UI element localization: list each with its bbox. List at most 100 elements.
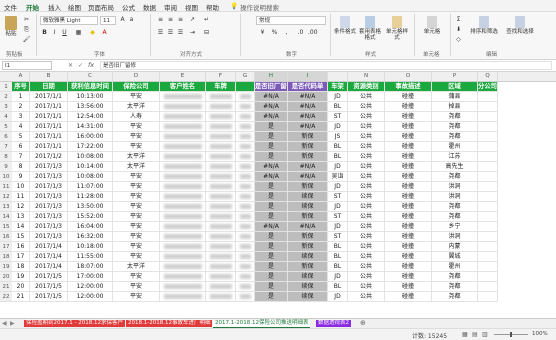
- table-cell[interactable]: 碰撞: [385, 192, 432, 202]
- table-cell[interactable]: 平安: [113, 132, 160, 142]
- table-cell[interactable]: 高先生: [432, 162, 478, 172]
- tab-review[interactable]: 审阅: [164, 2, 177, 12]
- table-cell[interactable]: [236, 132, 255, 142]
- table-cell[interactable]: [206, 282, 236, 292]
- merge-center-icon[interactable]: ⊟: [202, 29, 211, 37]
- table-cell[interactable]: 碰撞: [385, 202, 432, 212]
- cell-grid[interactable]: 序号日期获利信息时间保险公司客户姓名车牌 是否旧厂留修是否代码单车架资源类别事故描…: [12, 82, 556, 318]
- table-header-cell[interactable]: 序号: [12, 82, 30, 92]
- table-cell[interactable]: 新保: [288, 262, 328, 272]
- table-cell[interactable]: [206, 182, 236, 192]
- row-number[interactable]: 2: [0, 92, 12, 102]
- table-header-cell[interactable]: 获利信息时间: [68, 82, 113, 92]
- table-cell[interactable]: 2017/1/1: [30, 112, 68, 122]
- table-cell[interactable]: 公共: [348, 142, 385, 152]
- table-cell[interactable]: [478, 292, 498, 302]
- table-cell[interactable]: 碰撞: [385, 262, 432, 272]
- table-cell[interactable]: [206, 102, 236, 112]
- paste-button[interactable]: 粘贴: [3, 16, 19, 37]
- comma-icon[interactable]: ,: [282, 29, 291, 37]
- table-cell[interactable]: [478, 172, 498, 182]
- table-cell[interactable]: [236, 182, 255, 192]
- table-cell[interactable]: 碰撞: [385, 152, 432, 162]
- table-cell[interactable]: 11:55:00: [68, 252, 113, 262]
- table-cell[interactable]: 公共: [348, 102, 385, 112]
- table-cell[interactable]: 公共: [348, 232, 385, 242]
- name-box[interactable]: I1: [2, 61, 52, 70]
- table-cell[interactable]: 内蒙: [432, 242, 478, 252]
- table-cell[interactable]: 碰撞: [385, 242, 432, 252]
- table-cell[interactable]: [160, 152, 206, 162]
- tab-file[interactable]: 文件: [4, 2, 17, 12]
- table-cell[interactable]: 10: [12, 182, 30, 192]
- table-cell[interactable]: [206, 272, 236, 282]
- table-cell[interactable]: 2017/1/3: [30, 222, 68, 232]
- table-cell[interactable]: [236, 92, 255, 102]
- table-cell[interactable]: 2017/1/3: [30, 202, 68, 212]
- italic-button[interactable]: I: [50, 29, 59, 37]
- table-cell[interactable]: 碰撞: [385, 182, 432, 192]
- table-cell[interactable]: 10:13:00: [68, 92, 113, 102]
- table-cell[interactable]: 是: [255, 252, 288, 262]
- table-cell[interactable]: 是: [255, 142, 288, 152]
- table-cell[interactable]: 续保: [288, 292, 328, 302]
- table-cell[interactable]: #N/A: [255, 102, 288, 112]
- table-cell[interactable]: 平安: [113, 282, 160, 292]
- font-size-select[interactable]: 11: [100, 16, 116, 25]
- table-cell[interactable]: 10:08:00: [68, 152, 113, 162]
- table-cell[interactable]: 2017/1/1: [30, 142, 68, 152]
- table-cell[interactable]: 平安: [113, 232, 160, 242]
- font-color-icon[interactable]: A: [100, 29, 109, 37]
- confirm-icon[interactable]: ✓: [78, 62, 83, 69]
- table-cell[interactable]: 公共: [348, 132, 385, 142]
- tab-help[interactable]: 帮助: [206, 2, 219, 12]
- table-cell[interactable]: 公共: [348, 262, 385, 272]
- table-cell[interactable]: 16:04:00: [68, 222, 113, 232]
- table-cell[interactable]: 2017/1/1: [30, 122, 68, 132]
- row-number[interactable]: 11: [0, 182, 12, 192]
- row-number[interactable]: 4: [0, 112, 12, 122]
- bold-button[interactable]: B: [40, 29, 49, 37]
- sheet-tab-3[interactable]: 2017.1-2018.12保险公司推送明细表: [213, 320, 311, 328]
- row-number[interactable]: 5: [0, 122, 12, 132]
- row-number[interactable]: 12: [0, 192, 12, 202]
- table-cell[interactable]: 翼城: [432, 252, 478, 262]
- table-cell[interactable]: [206, 292, 236, 302]
- table-cell[interactable]: 是: [255, 232, 288, 242]
- table-cell[interactable]: 太平洋: [113, 262, 160, 272]
- table-header-cell[interactable]: 车架: [328, 82, 348, 92]
- table-cell[interactable]: 13:56:00: [68, 102, 113, 112]
- row-number[interactable]: 13: [0, 202, 12, 212]
- table-cell[interactable]: [206, 92, 236, 102]
- table-cell[interactable]: 碰撞: [385, 212, 432, 222]
- table-cell[interactable]: 碰撞: [385, 142, 432, 152]
- column-letter[interactable]: G: [236, 72, 255, 81]
- table-cell[interactable]: 公共: [348, 112, 385, 122]
- table-cell[interactable]: 20: [12, 282, 30, 292]
- column-letter[interactable]: C: [68, 72, 113, 81]
- table-cell[interactable]: 2: [12, 102, 30, 112]
- row-number[interactable]: 8: [0, 152, 12, 162]
- tab-draw[interactable]: 绘图: [68, 2, 81, 12]
- table-cell[interactable]: 17: [12, 252, 30, 262]
- align-center-icon[interactable]: ☰: [166, 29, 175, 37]
- table-cell[interactable]: [206, 142, 236, 152]
- table-cell[interactable]: 太平洋: [113, 102, 160, 112]
- orientation-icon[interactable]: ↗: [188, 16, 197, 24]
- table-cell[interactable]: 碰撞: [385, 122, 432, 132]
- table-cell[interactable]: 公共: [348, 212, 385, 222]
- table-cell[interactable]: 碰撞: [385, 292, 432, 302]
- table-cell[interactable]: 14: [12, 222, 30, 232]
- table-cell[interactable]: JS: [328, 132, 348, 142]
- table-cell[interactable]: 续保: [288, 202, 328, 212]
- table-cell[interactable]: [478, 162, 498, 172]
- table-cell[interactable]: 公共: [348, 242, 385, 252]
- table-cell[interactable]: #N/A: [288, 102, 328, 112]
- grow-font-icon[interactable]: A: [118, 16, 127, 24]
- table-cell[interactable]: 公共: [348, 222, 385, 232]
- row-number[interactable]: 22: [0, 292, 12, 302]
- table-cell[interactable]: #N/A: [288, 172, 328, 182]
- table-header-cell[interactable]: 区域: [432, 82, 478, 92]
- table-cell[interactable]: 18:07:00: [68, 262, 113, 272]
- table-cell[interactable]: ST: [328, 112, 348, 122]
